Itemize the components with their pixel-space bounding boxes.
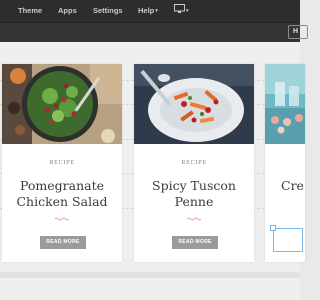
menu-help[interactable]: Help▾ [138, 5, 158, 17]
menu-apps[interactable]: Apps [58, 5, 77, 17]
selection-outline [273, 228, 303, 252]
menu-help-label: Help [138, 6, 155, 15]
recipe-card[interactable]: RECIPE Spicy Tuscon Penne READ MORE [134, 64, 254, 262]
card-title: Spicy Tuscon Penne [152, 178, 236, 209]
editor-sub-bar [0, 22, 300, 43]
chevron-down-icon: ▾ [186, 8, 189, 14]
chevron-down-icon: ▾ [155, 8, 158, 14]
menu-theme[interactable]: Theme [18, 5, 42, 17]
recipe-photo [2, 64, 122, 144]
device-preview-button[interactable]: ▾ [174, 4, 189, 16]
toolbar-edge-button[interactable]: H [288, 25, 308, 39]
card-title: Pomegranate Chicken Salad [16, 178, 108, 209]
recipe-photo [265, 64, 305, 144]
card-title: Cre [281, 178, 304, 193]
recipe-photo [134, 64, 254, 144]
card-category: RECIPE [49, 159, 75, 166]
monitor-icon [174, 4, 185, 13]
read-more-button[interactable]: READ MORE [172, 236, 218, 249]
editor-top-bar: Theme Apps Settings Help▾ ▾ H [0, 0, 308, 43]
resize-handle[interactable] [270, 225, 276, 231]
recipe-card[interactable]: RECIPE Pomegranate Chicken Salad READ MO… [2, 64, 122, 262]
card-category: RECIPE [181, 159, 207, 166]
menu-settings[interactable]: Settings [93, 5, 123, 17]
decorative-squiggle-icon [55, 217, 69, 221]
decorative-squiggle-icon [187, 217, 201, 221]
read-more-button[interactable]: READ MORE [40, 236, 86, 249]
horizontal-scroll-track[interactable] [0, 272, 300, 278]
